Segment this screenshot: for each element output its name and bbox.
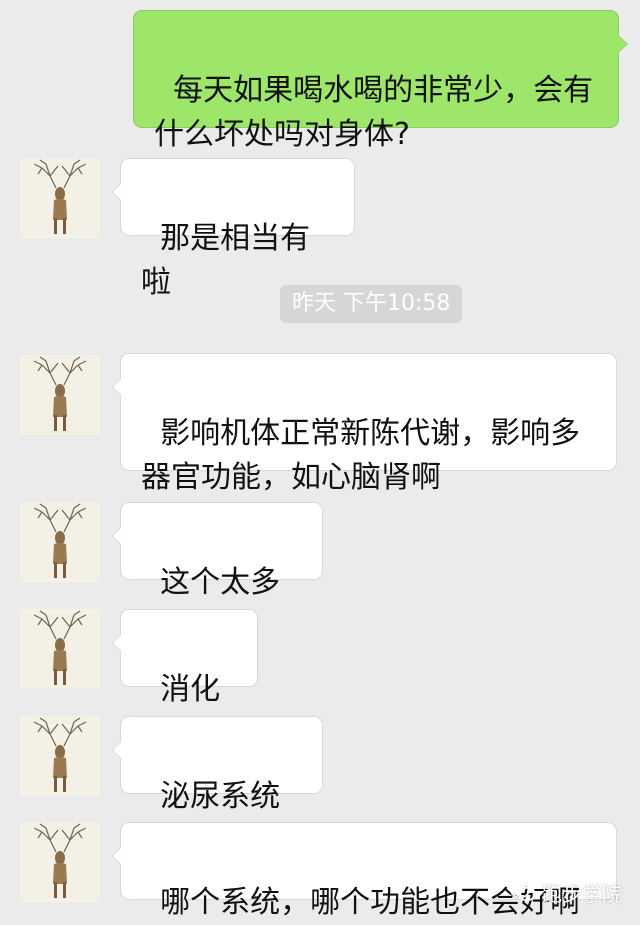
contact-avatar[interactable] <box>20 355 100 435</box>
contact-avatar[interactable] <box>20 822 100 902</box>
wechat-icon <box>510 881 536 902</box>
message-text: 每天如果喝水喝的非常少，会有 什么坏处吗对身体? <box>154 73 594 152</box>
deer-icon <box>20 822 100 902</box>
received-message-bubble[interactable]: 那是相当有啦 <box>112 158 355 300</box>
contact-avatar[interactable] <box>20 158 100 238</box>
contact-avatar[interactable] <box>20 502 100 582</box>
watermark: 跑步学院 <box>510 878 622 906</box>
deer-icon <box>20 609 100 689</box>
sent-message-bubble[interactable]: 每天如果喝水喝的非常少，会有 什么坏处吗对身体? <box>133 10 628 152</box>
received-message-bubble[interactable]: 泌尿系统啊 <box>112 716 323 858</box>
deer-icon <box>20 158 100 238</box>
contact-avatar[interactable] <box>20 716 100 796</box>
deer-icon <box>20 355 100 435</box>
deer-icon <box>20 502 100 582</box>
received-message-bubble[interactable]: 这个太多啦 <box>112 502 323 644</box>
watermark-text: 跑步学院 <box>542 881 622 906</box>
deer-icon <box>20 716 100 796</box>
received-message-bubble[interactable]: 影响机体正常新陈代谢，影响多 器官功能，如心脑肾啊 <box>112 353 617 495</box>
message-timestamp: 昨天 下午10:58 <box>280 285 463 323</box>
received-message-bubble[interactable]: 消化啊 <box>112 609 258 751</box>
contact-avatar[interactable] <box>20 609 100 689</box>
message-text: 影响机体正常新陈代谢，影响多 器官功能，如心脑肾啊 <box>141 416 581 495</box>
